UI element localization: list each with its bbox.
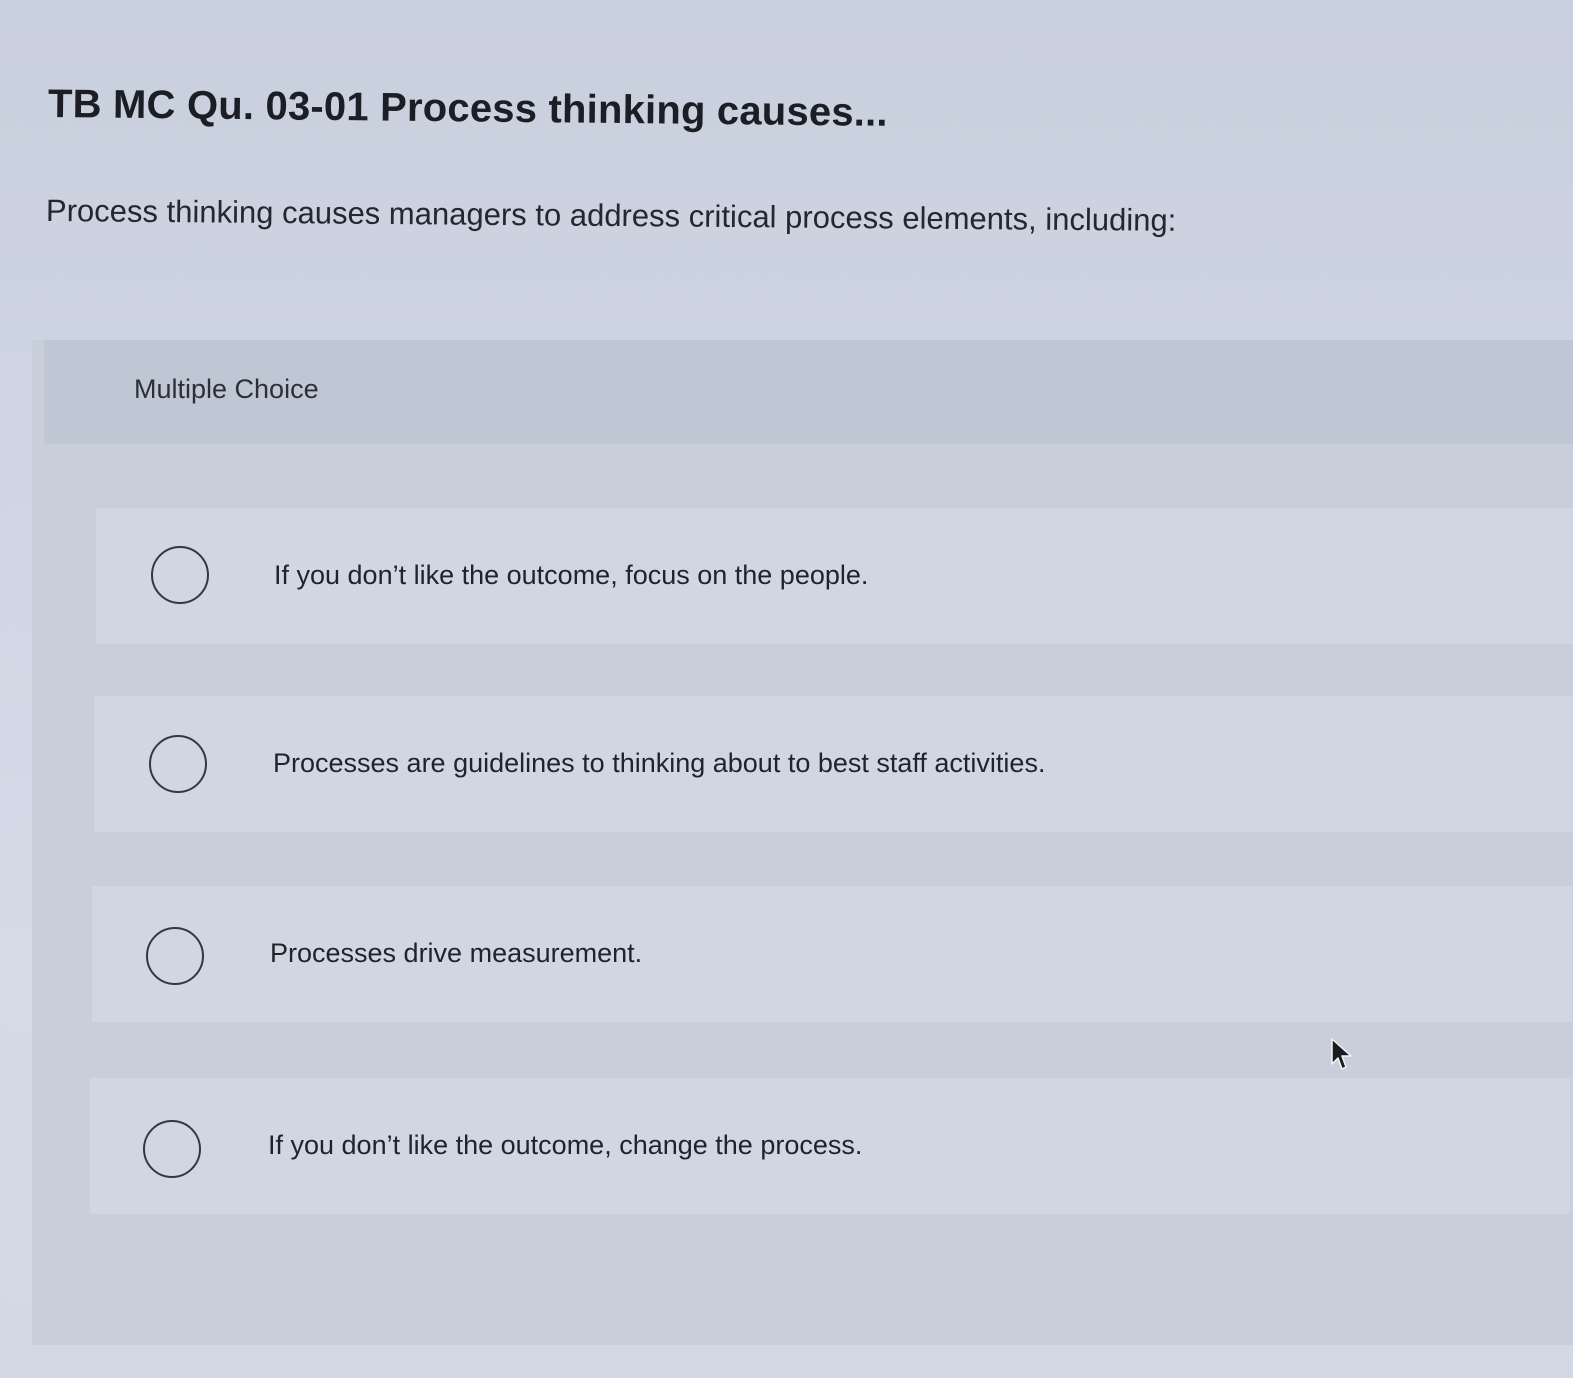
multiple-choice-label: Multiple Choice bbox=[134, 374, 319, 404]
radio-unselected-icon[interactable] bbox=[146, 927, 204, 985]
choice-option-1-label[interactable]: If you don’t like the outcome, focus on … bbox=[274, 560, 868, 591]
mouse-pointer-icon bbox=[1331, 1038, 1352, 1070]
question-page: TB MC Qu. 03-01 Process thinking causes.… bbox=[0, 0, 1573, 1378]
radio-unselected-icon[interactable] bbox=[143, 1120, 201, 1178]
choice-option-2[interactable]: Processes are guidelines to thinking abo… bbox=[94, 696, 1573, 832]
choice-option-3[interactable]: Processes drive measurement. bbox=[92, 886, 1572, 1022]
choice-option-1[interactable]: If you don’t like the outcome, focus on … bbox=[96, 508, 1573, 644]
choice-option-3-label[interactable]: Processes drive measurement. bbox=[270, 938, 642, 969]
radio-unselected-icon[interactable] bbox=[149, 735, 207, 793]
choice-option-4[interactable]: If you don’t like the outcome, change th… bbox=[90, 1078, 1570, 1214]
choice-option-4-label[interactable]: If you don’t like the outcome, change th… bbox=[268, 1130, 862, 1161]
question-prompt: Process thinking causes managers to addr… bbox=[45, 193, 1177, 238]
question-title: TB MC Qu. 03-01 Process thinking causes.… bbox=[47, 82, 888, 135]
radio-unselected-icon[interactable] bbox=[151, 546, 209, 604]
choice-option-2-label[interactable]: Processes are guidelines to thinking abo… bbox=[273, 748, 1045, 779]
